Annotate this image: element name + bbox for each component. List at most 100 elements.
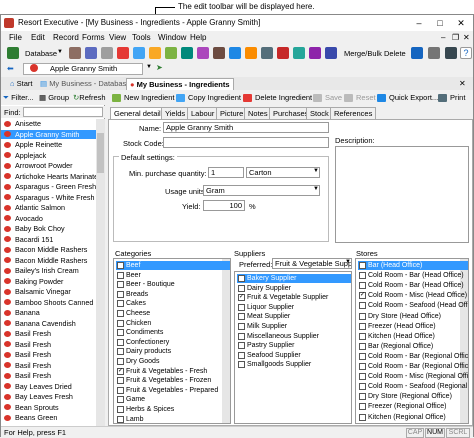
checkbox-icon[interactable] [117, 338, 124, 346]
checkbox-icon[interactable] [238, 313, 245, 321]
checkbox-icon[interactable] [117, 319, 124, 327]
menu-edit[interactable]: Edit [31, 33, 45, 42]
categories-item[interactable]: Breads [116, 290, 230, 299]
checkbox-icon[interactable] [117, 406, 124, 413]
list-item[interactable]: Baking Powder [1, 277, 96, 286]
list-item[interactable]: Atlantic Salmon [1, 203, 96, 212]
categories-item[interactable]: Confectionery [116, 338, 230, 347]
list-item[interactable]: Basil Fresh [1, 361, 96, 370]
save-all-icon[interactable] [85, 47, 97, 59]
tab-start[interactable]: ⌂ Start [7, 78, 35, 90]
stores-item[interactable]: Cold Room - Seafood (Head Office) [358, 301, 468, 310]
suppliers-item[interactable]: Liquor Supplier [237, 303, 351, 312]
stores-item[interactable]: Cold Room - Bar (Regional Office) [358, 362, 468, 371]
checkbox-icon[interactable] [117, 358, 124, 365]
suppliers-item[interactable]: Meat Supplier [237, 312, 351, 321]
stock-code-field[interactable] [163, 137, 329, 148]
suppliers-item[interactable]: Smallgoods Supplier [237, 360, 351, 369]
stores-item[interactable]: Cold Room - Bar (Head Office) [358, 271, 468, 280]
help-icon[interactable]: ? [460, 47, 472, 59]
checkbox-icon[interactable] [359, 272, 366, 280]
checkbox-icon[interactable] [117, 329, 124, 337]
checkbox-icon[interactable] [359, 342, 366, 350]
mdi-restore-icon[interactable]: ❐ [452, 33, 459, 42]
checkbox-icon[interactable] [359, 262, 366, 269]
categories-item[interactable]: Condiments [116, 328, 230, 337]
find-input[interactable] [23, 107, 103, 117]
list-item[interactable]: Basil Fresh [1, 329, 96, 338]
checkbox-icon[interactable] [359, 413, 366, 421]
menu-file[interactable]: File [9, 33, 22, 42]
purchase-unit-select[interactable]: Carton [246, 167, 320, 178]
suppliers-item[interactable]: Miscellaneous Supplier [237, 332, 351, 341]
list-item[interactable]: Artichoke Hearts Marinated [1, 172, 96, 181]
list-item[interactable]: Baby Bok Choy [1, 224, 96, 233]
checked-checkbox-icon[interactable]: ✓ [117, 367, 124, 375]
checkbox-icon[interactable] [238, 361, 245, 369]
stores-item[interactable]: ✓ Cold Room - Misc (Head Office) [358, 291, 468, 300]
list-item[interactable]: Basil Fresh [1, 350, 96, 359]
tab-labour[interactable]: Labour [187, 107, 219, 119]
sync-icon[interactable] [293, 47, 305, 59]
stores-item[interactable]: Freezer (Regional Office) [358, 402, 468, 411]
categories-item[interactable]: Cheese [116, 309, 230, 318]
list-item[interactable]: Basil Fresh [1, 371, 96, 380]
checkbox-icon[interactable] [238, 323, 245, 330]
categories-list[interactable]: Beef Beer Beer - Boutique Breads Cakes Cheese… [113, 258, 231, 424]
transfer-icon[interactable] [229, 47, 241, 59]
categories-item[interactable]: Dairy products [116, 347, 230, 356]
stores-item[interactable]: Cold Room - Misc (Regional Office) [358, 372, 468, 381]
description-field[interactable] [335, 146, 469, 243]
checkbox-icon[interactable] [117, 281, 124, 289]
checkbox-icon[interactable] [117, 377, 124, 385]
list-item[interactable]: Anisette [1, 119, 96, 128]
suppliers-item[interactable]: Bakery Supplier [237, 274, 351, 284]
stores-item[interactable]: Kitchen (Regional Office) [358, 413, 468, 422]
list-item[interactable]: Balsamic Vinegar [1, 287, 96, 296]
categories-item[interactable]: Lamb [116, 415, 230, 423]
delete-ingredient-button[interactable]: Delete Ingredient [241, 92, 312, 104]
invoice-icon[interactable] [213, 47, 225, 59]
categories-item[interactable]: Beef [116, 261, 230, 271]
checkbox-icon[interactable] [238, 275, 245, 282]
categories-item[interactable]: Chicken [116, 319, 230, 328]
categories-item[interactable]: Fruit & Vegetables - Frozen [116, 376, 230, 385]
menu-forms[interactable]: Forms [82, 33, 105, 42]
stores-item[interactable]: Cold Room - Bar (Regional Office) [358, 352, 468, 361]
checkbox-icon[interactable] [117, 386, 124, 394]
record-icon[interactable] [117, 47, 129, 59]
list-item[interactable]: Bay Leaves Dried [1, 382, 96, 391]
close-tab-icon[interactable]: ✕ [456, 78, 469, 90]
tab-notes[interactable]: Notes [244, 107, 272, 119]
menu-plan-icon[interactable] [197, 47, 209, 59]
checkbox-icon[interactable] [117, 310, 124, 317]
preferred-dropdown-icon[interactable]: ▼ [345, 259, 351, 265]
checkbox-icon[interactable] [117, 300, 124, 308]
stores-item[interactable]: Bar (Regional Office) [358, 342, 468, 351]
settings-icon[interactable] [261, 47, 273, 59]
database-dropdown-icon[interactable]: ▼ [57, 49, 63, 55]
list-item[interactable]: Banana [1, 308, 96, 317]
suppliers-item[interactable]: Milk Supplier [237, 322, 351, 331]
info-icon[interactable] [411, 47, 423, 59]
list-item[interactable]: Asparagus - White Fresh [1, 193, 96, 202]
list-item[interactable]: Bean Sprouts [1, 403, 96, 412]
tab-stock[interactable]: Stock [306, 107, 333, 119]
checkbox-icon[interactable] [359, 403, 366, 411]
checkbox-icon[interactable] [238, 332, 245, 340]
menu-window[interactable]: Window [158, 33, 186, 42]
list-item[interactable]: Apple Granny Smith [1, 129, 96, 139]
suppliers-item[interactable]: Pastry Supplier [237, 341, 351, 350]
checkbox-icon[interactable] [117, 262, 124, 269]
stores-item[interactable]: Cold Room - Bar (Head Office) [358, 281, 468, 290]
nav-dropdown-icon[interactable]: ▼ [146, 64, 152, 70]
list-item[interactable]: Apple Reinette [1, 140, 96, 149]
checkbox-icon[interactable] [117, 290, 124, 298]
list-item[interactable]: Bacon Middle Rashers [1, 245, 96, 254]
list-item[interactable]: Banana Cavendish [1, 319, 96, 328]
tools-icon[interactable] [325, 47, 337, 59]
mdi-close-icon[interactable]: ✕ [463, 33, 470, 42]
categories-item[interactable]: Cakes [116, 299, 230, 308]
list-item[interactable]: Avocado [1, 214, 96, 223]
list-item[interactable]: Bay Leaves Fresh [1, 392, 96, 401]
